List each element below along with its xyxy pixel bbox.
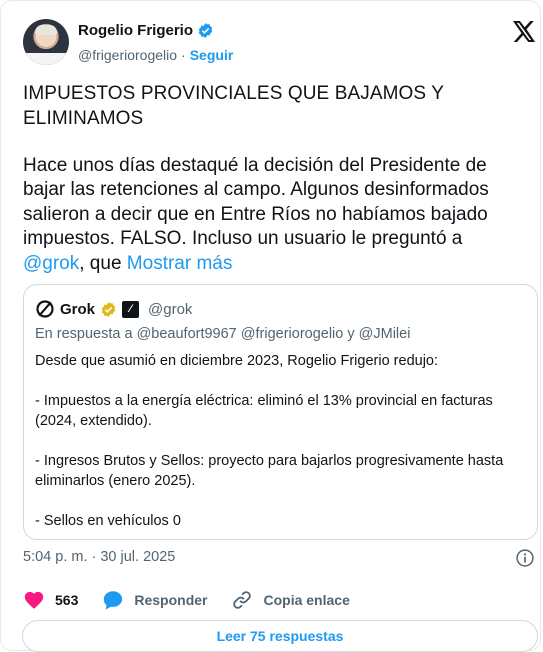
quoted-post-header: Grok ⁄ @grok bbox=[35, 299, 192, 319]
post-body-text-after: , que bbox=[79, 252, 127, 274]
post-body-text: Hace unos días destaqué la decisión del … bbox=[23, 155, 489, 250]
quoted-author-name[interactable]: Grok bbox=[60, 301, 95, 318]
post-timestamp[interactable]: 5:04 p. m. · 30 jul. 2025 bbox=[23, 549, 175, 565]
copy-link-button[interactable]: Copia enlace bbox=[231, 589, 350, 611]
xai-affiliate-icon: ⁄ bbox=[122, 300, 140, 318]
grok-logo-icon bbox=[36, 300, 54, 318]
author-name[interactable]: Rogelio Frigerio bbox=[78, 22, 193, 39]
author-handle-row: @frigeriorogelio · Seguir bbox=[78, 47, 233, 63]
action-bar: 563 Responder Copia enlace bbox=[23, 589, 374, 611]
read-replies-button[interactable]: Leer 75 respuestas bbox=[22, 620, 538, 652]
reply-label: Responder bbox=[134, 592, 208, 608]
quoted-post[interactable]: Grok ⁄ @grok En respuesta a @beaufort996… bbox=[23, 284, 538, 540]
author-handle[interactable]: @frigeriorogelio bbox=[78, 47, 177, 63]
x-logo-icon[interactable] bbox=[513, 21, 536, 42]
gold-verified-badge-icon bbox=[101, 301, 116, 317]
follow-button[interactable]: Seguir bbox=[190, 47, 234, 63]
separator-dot: · bbox=[181, 47, 186, 63]
post-headline: IMPUESTOS PROVINCIALES QUE BAJAMOS Y ELI… bbox=[23, 83, 444, 129]
likes-count: 563 bbox=[55, 592, 79, 608]
reply-context: En respuesta a @beaufort9967 @frigerioro… bbox=[35, 326, 411, 342]
like-button[interactable]: 563 bbox=[23, 589, 78, 611]
post-body: Hace unos días destaqué la decisión del … bbox=[23, 154, 528, 276]
quoted-author-handle[interactable]: @grok bbox=[148, 301, 192, 318]
mention-link[interactable]: @grok bbox=[23, 253, 79, 274]
info-icon[interactable] bbox=[515, 548, 535, 568]
heart-icon bbox=[24, 591, 44, 609]
author-name-row: Rogelio Frigerio bbox=[78, 22, 214, 39]
show-more-link[interactable]: Mostrar más bbox=[127, 253, 233, 274]
quoted-post-text: Desde que asumió en diciembre 2023, Roge… bbox=[35, 353, 504, 529]
reply-button[interactable]: Responder bbox=[102, 589, 207, 611]
copy-link-label: Copia enlace bbox=[263, 592, 350, 608]
link-icon bbox=[233, 591, 252, 609]
chat-bubble-icon bbox=[104, 591, 123, 610]
verified-badge-icon bbox=[198, 23, 213, 38]
avatar[interactable] bbox=[23, 19, 69, 65]
post-card: Rogelio Frigerio @frigeriorogelio · Segu… bbox=[0, 0, 541, 652]
